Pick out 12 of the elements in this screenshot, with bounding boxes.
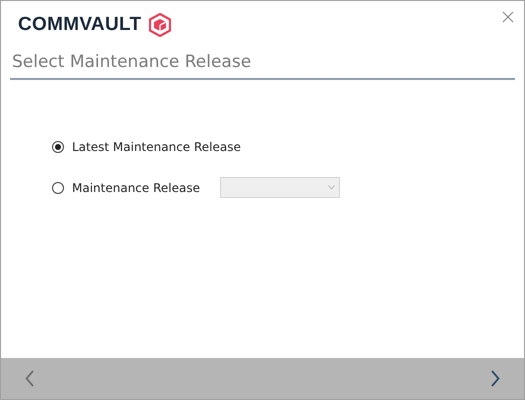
close-icon[interactable]: [502, 11, 514, 23]
logo-text: COMMVAULT: [18, 13, 142, 37]
caret-icon: [328, 185, 335, 190]
cube-logo-icon: [149, 13, 172, 38]
chevron-right-icon: [491, 370, 500, 387]
radio-option[interactable]: Latest Maintenance Release: [52, 138, 241, 156]
radio-button[interactable]: [52, 141, 64, 153]
radio-option[interactable]: Maintenance Release: [52, 178, 200, 196]
next-button[interactable]: [489, 368, 502, 389]
chevron-left-icon: [25, 370, 34, 387]
radio-button[interactable]: [52, 182, 64, 194]
page-title: Select Maintenance Release: [12, 52, 252, 72]
